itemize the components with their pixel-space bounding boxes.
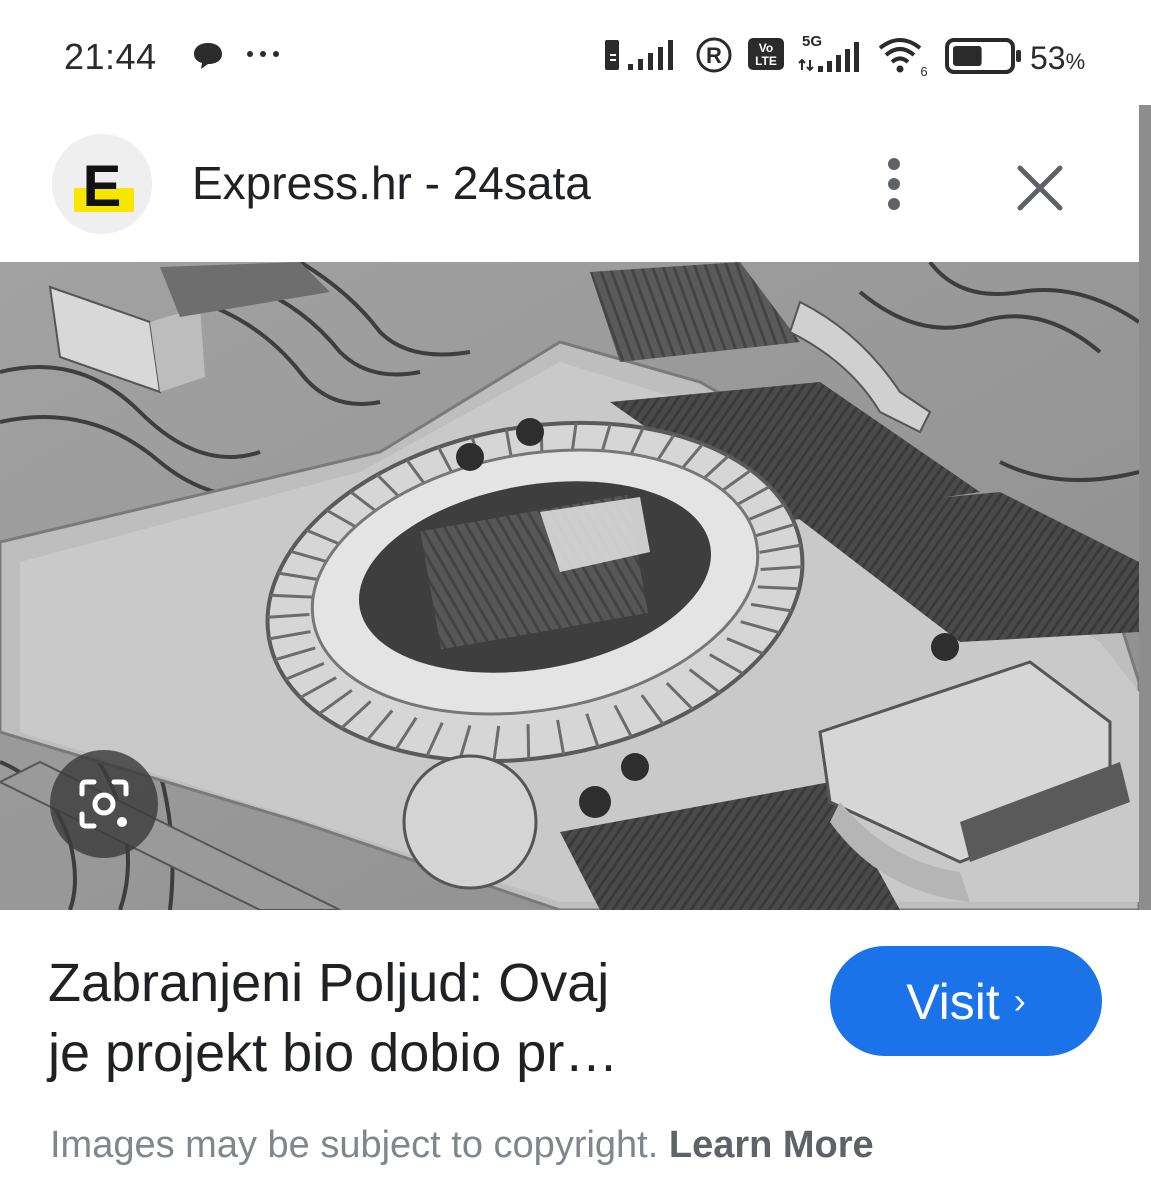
- volte-icon: Vo LTE: [746, 30, 786, 86]
- svg-text:LTE: LTE: [755, 54, 777, 68]
- result-image[interactable]: [0, 262, 1139, 910]
- close-button[interactable]: [1006, 154, 1074, 222]
- chevron-right-icon: ›: [1013, 980, 1026, 1021]
- stadium-roof-rib: [270, 593, 313, 599]
- battery-percent: 53%: [1030, 40, 1086, 76]
- visit-button[interactable]: Visit ›: [830, 946, 1102, 1056]
- copyright-notice: Images may be subject to copyright. Lear…: [50, 1124, 874, 1167]
- more-dots-icon: [244, 40, 284, 69]
- visit-label: Visit: [906, 974, 1000, 1030]
- more-options-button[interactable]: [862, 148, 926, 220]
- status-time: 21:44: [64, 36, 157, 77]
- result-title-line-2: je projekt bio dobio pr…: [48, 1023, 619, 1083]
- stadium-roof-rib: [757, 585, 800, 591]
- copyright-text: Images may be subject to copyright.: [50, 1124, 659, 1166]
- image-viewer-header: E Express.hr - 24sata: [0, 110, 1139, 262]
- stadium-roof-rib: [526, 724, 531, 760]
- battery-icon: [944, 30, 1024, 86]
- stadium-model-photo: [0, 262, 1139, 910]
- more-vert-icon: [888, 158, 900, 210]
- chat-bubble-icon: [190, 38, 226, 79]
- result-title-line-1: Zabranjeni Poljud: Ovaj: [48, 953, 610, 1013]
- signal-bars-icon: [626, 30, 682, 86]
- result-title[interactable]: Zabranjeni Poljud: Ovaj je projekt bio d…: [48, 948, 788, 1088]
- network-label: 5G: [802, 33, 822, 50]
- learn-more-link[interactable]: Learn More: [669, 1124, 874, 1166]
- sim-icon: [602, 30, 622, 86]
- wifi-6-icon: 6: [876, 30, 932, 86]
- roaming-label: R: [706, 43, 722, 68]
- source-logo[interactable]: E: [52, 134, 152, 234]
- scrollbar[interactable]: [1139, 105, 1151, 910]
- 5g-signal-icon: 5G: [796, 30, 866, 86]
- roaming-icon: R: [692, 30, 736, 86]
- wifi-label: 6: [920, 64, 927, 78]
- screen: 21:44 R Vo LTE 5G 6 53% E Express.hr - 2…: [0, 0, 1151, 1200]
- logo-letter: E: [83, 154, 122, 219]
- source-title[interactable]: Express.hr - 24sata: [192, 156, 591, 210]
- close-icon: [1017, 165, 1063, 211]
- lens-search-icon: [79, 779, 129, 829]
- status-bar: 21:44 R Vo LTE 5G 6 53%: [0, 0, 1151, 110]
- svg-text:Vo: Vo: [759, 41, 773, 55]
- lens-search-button[interactable]: [50, 750, 158, 858]
